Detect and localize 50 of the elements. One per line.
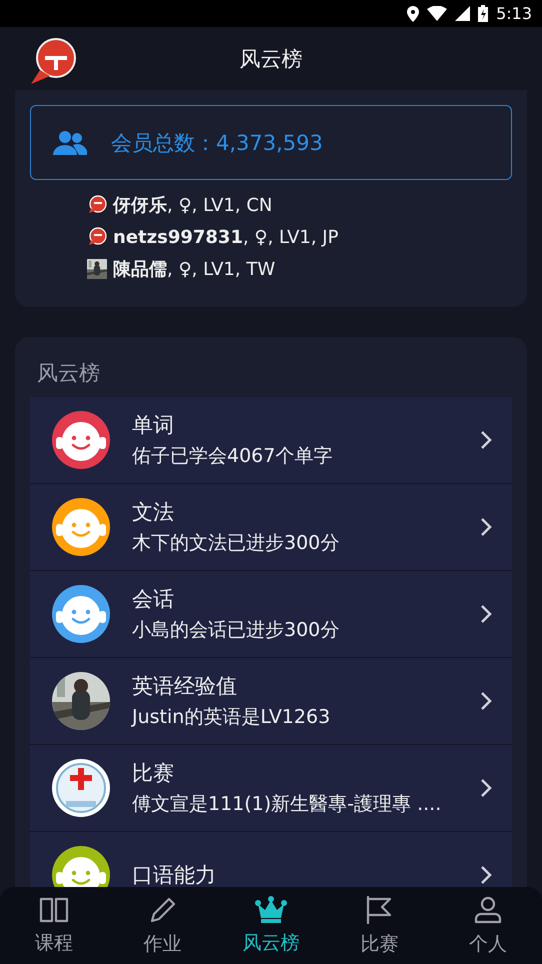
row-subtitle: 木下的文法已进步300分 xyxy=(132,531,340,556)
row-title: 比赛 xyxy=(132,760,175,787)
crown-icon xyxy=(254,896,288,924)
battery-icon xyxy=(478,5,488,22)
chevron-right-icon xyxy=(480,430,492,450)
row-subtitle: 佑子已学会4067个单字 xyxy=(132,444,334,469)
chevron-right-icon xyxy=(480,778,492,798)
page-title: 风云榜 xyxy=(240,46,302,72)
chevron-right-icon xyxy=(480,517,492,537)
ranking-row[interactable]: 口语能力 xyxy=(30,832,512,887)
wifi-icon xyxy=(427,6,448,21)
ranking-row[interactable]: 比赛 傅文宣是111(1)新生醫專-護理專 .... xyxy=(30,745,512,832)
chevron-right-icon xyxy=(480,691,492,711)
person-icon xyxy=(472,894,503,924)
smiley-headset-icon xyxy=(52,498,110,556)
section-title: 风云榜 xyxy=(37,360,101,387)
smiley-headset-icon xyxy=(52,585,110,643)
row-title: 口语能力 xyxy=(132,862,217,887)
users-icon xyxy=(53,130,87,154)
nav-tab[interactable]: 比赛 xyxy=(325,887,434,964)
row-title: 文法 xyxy=(132,499,175,526)
member-entry: netzs997831, ♀, LV1, JP xyxy=(113,226,338,248)
ranking-row[interactable]: 英语经验值 Justin的英语是LV1263 xyxy=(30,658,512,745)
nav-tab[interactable]: 个人 xyxy=(434,887,542,964)
cross-emblem-icon xyxy=(52,759,110,817)
row-title: 会话 xyxy=(132,586,175,613)
row-title: 单词 xyxy=(132,412,175,439)
ranking-row[interactable]: 会话 小島的会话已进步300分 xyxy=(30,571,512,658)
nav-tab[interactable]: 课程 xyxy=(0,887,108,964)
signal-icon xyxy=(455,6,470,21)
row-subtitle: 小島的会话已进步300分 xyxy=(132,618,340,643)
chevron-right-icon xyxy=(480,604,492,624)
nav-tab[interactable]: 作业 xyxy=(108,887,217,964)
ranking-row[interactable]: 单词 佑子已学会4067个单字 xyxy=(30,397,512,484)
row-title: 英语经验值 xyxy=(132,673,238,700)
member-entry: 伢伢乐, ♀, LV1, CN xyxy=(113,194,272,217)
smiley-headset-icon xyxy=(52,411,110,469)
clock-time: 5:13 xyxy=(496,4,532,23)
ranking-row[interactable]: 文法 木下的文法已进步300分 xyxy=(30,484,512,571)
book-icon xyxy=(39,896,70,924)
row-subtitle: 傅文宣是111(1)新生醫專-護理專 .... xyxy=(132,792,442,817)
row-subtitle: Justin的英语是LV1263 xyxy=(132,705,332,730)
member-count: 会员总数：4,373,593 xyxy=(111,130,323,156)
chevron-right-icon xyxy=(480,865,492,885)
speech-bubble-logo-icon xyxy=(28,36,78,86)
nav-tab[interactable]: 风云榜 xyxy=(216,887,326,964)
member-entry: 陳品儒, ♀, LV1, TW xyxy=(113,258,276,281)
speech-bubble-logo-icon xyxy=(87,195,107,215)
location-icon xyxy=(407,6,420,22)
speech-bubble-logo-icon xyxy=(87,227,107,247)
